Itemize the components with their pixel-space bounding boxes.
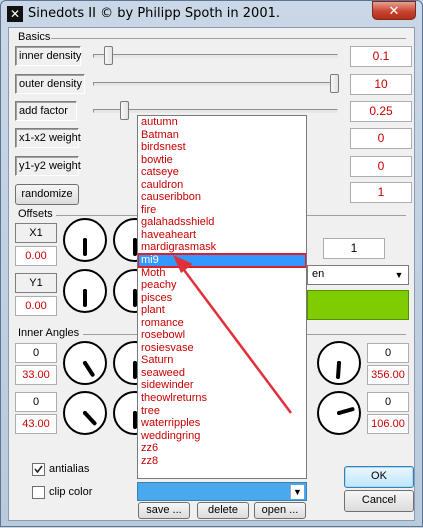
annotation-arrow-icon xyxy=(173,255,293,414)
main-window: ✕ Sinedots II © by Philipp Spoth in 2001… xyxy=(0,0,423,527)
